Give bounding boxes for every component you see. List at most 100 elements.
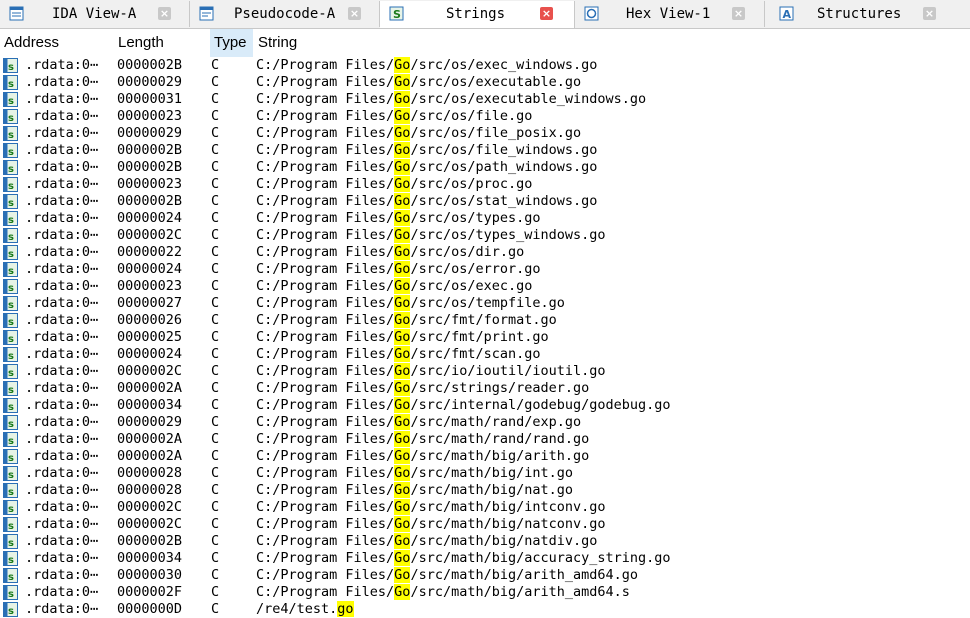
string-suffix: /src/math/rand/rand.go: [410, 431, 590, 447]
table-row[interactable]: s .rdata:0⋯ 0000002B C C:/Program Files/Go/s…: [0, 533, 970, 550]
svg-text:s: s: [8, 487, 14, 498]
string-suffix: /src/os/tempfile.go: [410, 295, 565, 311]
table-row[interactable]: s .rdata:0⋯ 00000023 C C:/Program Files/Go/s…: [0, 176, 970, 193]
row-length: 0000000D: [117, 601, 183, 617]
table-row[interactable]: s .rdata:0⋯ 0000002A C C:/Program Files/Go/s…: [0, 431, 970, 448]
tab-structures[interactable]: A Structures ×: [765, 1, 970, 27]
table-row[interactable]: s .rdata:0⋯ 00000025 C C:/Program Files/Go/s…: [0, 329, 970, 346]
row-string: C:/Program Files/Go/src/math/big/nat.go: [256, 482, 573, 499]
row-address: .rdata:0⋯: [25, 499, 99, 515]
string-item-icon: s: [3, 483, 18, 498]
row-string: C:/Program Files/Go/src/math/big/natdiv.…: [256, 533, 597, 550]
string-item-icon: s: [3, 568, 18, 583]
table-row[interactable]: s .rdata:0⋯ 00000024 C C:/Program Files/Go/s…: [0, 261, 970, 278]
row-type: C: [211, 278, 220, 294]
table-row[interactable]: s .rdata:0⋯ 00000028 C C:/Program Files/Go/s…: [0, 465, 970, 482]
row-type: C: [211, 125, 220, 141]
table-row[interactable]: s .rdata:0⋯ 00000029 C C:/Program Files/Go/s…: [0, 414, 970, 431]
table-row[interactable]: s .rdata:0⋯ 0000002C C C:/Program Files/Go/s…: [0, 499, 970, 516]
row-type: C: [211, 499, 220, 515]
string-prefix: C:/Program Files/: [256, 91, 395, 107]
string-prefix: C:/Program Files/: [256, 193, 395, 209]
table-row[interactable]: s .rdata:0⋯ 0000002C C C:/Program Files/Go/s…: [0, 516, 970, 533]
close-icon[interactable]: ×: [732, 7, 745, 20]
row-string: C:/Program Files/Go/src/math/big/int.go: [256, 465, 573, 482]
string-suffix: /src/internal/godebug/godebug.go: [410, 397, 671, 413]
svg-text:s: s: [8, 283, 14, 294]
table-row[interactable]: s .rdata:0⋯ 0000002C C C:/Program Files/Go/s…: [0, 363, 970, 380]
table-row[interactable]: s .rdata:0⋯ 0000002B C C:/Program Files/Go/s…: [0, 159, 970, 176]
tab-hex-view-1[interactable]: Hex View-1 ×: [575, 1, 765, 27]
table-row[interactable]: s .rdata:0⋯ 00000030 C C:/Program Files/Go/s…: [0, 567, 970, 584]
close-icon[interactable]: ×: [348, 7, 361, 20]
column-header-address[interactable]: Address: [0, 29, 114, 57]
svg-text:s: s: [8, 249, 14, 260]
table-row[interactable]: s .rdata:0⋯ 00000027 C C:/Program Files/Go/s…: [0, 295, 970, 312]
table-row[interactable]: s .rdata:0⋯ 0000002A C C:/Program Files/Go/s…: [0, 448, 970, 465]
close-icon[interactable]: ×: [923, 7, 936, 20]
string-item-icon: s: [3, 517, 18, 532]
row-string: C:/Program Files/Go/src/os/executable_wi…: [256, 91, 646, 108]
svg-text:s: s: [8, 572, 14, 583]
svg-text:s: s: [8, 62, 14, 73]
strings-icon: S: [389, 6, 404, 21]
svg-text:S: S: [393, 8, 401, 21]
string-item-icon: s: [3, 364, 18, 379]
table-row[interactable]: s .rdata:0⋯ 00000028 C C:/Program Files/Go/s…: [0, 482, 970, 499]
row-address: .rdata:0⋯: [25, 193, 99, 209]
search-highlight: Go: [394, 295, 411, 311]
column-header-string[interactable]: String: [254, 29, 454, 57]
svg-text:s: s: [8, 147, 14, 158]
string-prefix: C:/Program Files/: [256, 363, 395, 379]
table-row[interactable]: s .rdata:0⋯ 00000023 C C:/Program Files/Go/s…: [0, 108, 970, 125]
table-row[interactable]: s .rdata:0⋯ 00000026 C C:/Program Files/Go/s…: [0, 312, 970, 329]
table-row[interactable]: s .rdata:0⋯ 0000002B C C:/Program Files/Go/s…: [0, 57, 970, 74]
tab-ida-view-a[interactable]: IDA View-A ×: [0, 1, 190, 27]
close-icon[interactable]: ×: [158, 7, 171, 20]
row-length: 0000002B: [117, 159, 183, 175]
row-type: C: [211, 108, 220, 124]
svg-text:s: s: [8, 504, 14, 515]
table-row[interactable]: s .rdata:0⋯ 00000024 C C:/Program Files/Go/s…: [0, 210, 970, 227]
table-row[interactable]: s .rdata:0⋯ 00000034 C C:/Program Files/Go/s…: [0, 550, 970, 567]
table-row[interactable]: s .rdata:0⋯ 00000029 C C:/Program Files/Go/s…: [0, 125, 970, 142]
table-row[interactable]: s .rdata:0⋯ 0000000D C/re4/test.go: [0, 601, 970, 618]
string-item-icon: s: [3, 330, 18, 345]
row-address: .rdata:0⋯: [25, 91, 99, 107]
row-length: 0000002B: [117, 193, 183, 209]
table-row[interactable]: s .rdata:0⋯ 00000022 C C:/Program Files/Go/s…: [0, 244, 970, 261]
table-row[interactable]: s .rdata:0⋯ 0000002C C C:/Program Files/Go/s…: [0, 227, 970, 244]
close-icon[interactable]: ×: [540, 7, 553, 20]
table-row[interactable]: s .rdata:0⋯ 0000002B C C:/Program Files/Go/s…: [0, 193, 970, 210]
column-header-length[interactable]: Length: [114, 29, 208, 57]
table-row[interactable]: s .rdata:0⋯ 00000023 C C:/Program Files/Go/s…: [0, 278, 970, 295]
row-type: C: [211, 193, 220, 209]
string-suffix: /src/math/big/intconv.go: [410, 499, 606, 515]
row-string: C:/Program Files/Go/src/fmt/print.go: [256, 329, 549, 346]
row-type: C: [211, 142, 220, 158]
string-item-icon: s: [3, 398, 18, 413]
tab-strings[interactable]: S Strings ×: [380, 1, 575, 28]
svg-text:s: s: [8, 436, 14, 447]
row-length: 0000002C: [117, 499, 183, 515]
string-suffix: /src/os/exec_windows.go: [410, 57, 598, 73]
table-row[interactable]: s .rdata:0⋯ 00000029 C C:/Program Files/Go/s…: [0, 74, 970, 91]
column-header-type[interactable]: Type: [210, 29, 253, 57]
row-length: 0000002A: [117, 448, 183, 464]
table-row[interactable]: s .rdata:0⋯ 0000002B C C:/Program Files/Go/s…: [0, 142, 970, 159]
table-row[interactable]: s .rdata:0⋯ 0000002F C C:/Program Files/Go/s…: [0, 584, 970, 601]
search-highlight: Go: [394, 567, 411, 583]
row-length: 00000029: [117, 414, 183, 430]
row-length: 00000028: [117, 482, 183, 498]
row-string: C:/Program Files/Go/src/math/big/accurac…: [256, 550, 671, 567]
table-row[interactable]: s .rdata:0⋯ 0000002A C C:/Program Files/Go/s…: [0, 380, 970, 397]
search-highlight: Go: [394, 193, 411, 209]
svg-text:s: s: [8, 300, 14, 311]
table-row[interactable]: s .rdata:0⋯ 00000024 C C:/Program Files/Go/s…: [0, 346, 970, 363]
tab-pseudocode-a[interactable]: Pseudocode-A ×: [190, 1, 380, 27]
string-suffix: /src/os/error.go: [410, 261, 541, 277]
table-row[interactable]: s .rdata:0⋯ 00000031 C C:/Program Files/Go/s…: [0, 91, 970, 108]
row-length: 00000029: [117, 125, 183, 141]
table-row[interactable]: s .rdata:0⋯ 00000034 C C:/Program Files/Go/s…: [0, 397, 970, 414]
string-item-icon: s: [3, 228, 18, 243]
